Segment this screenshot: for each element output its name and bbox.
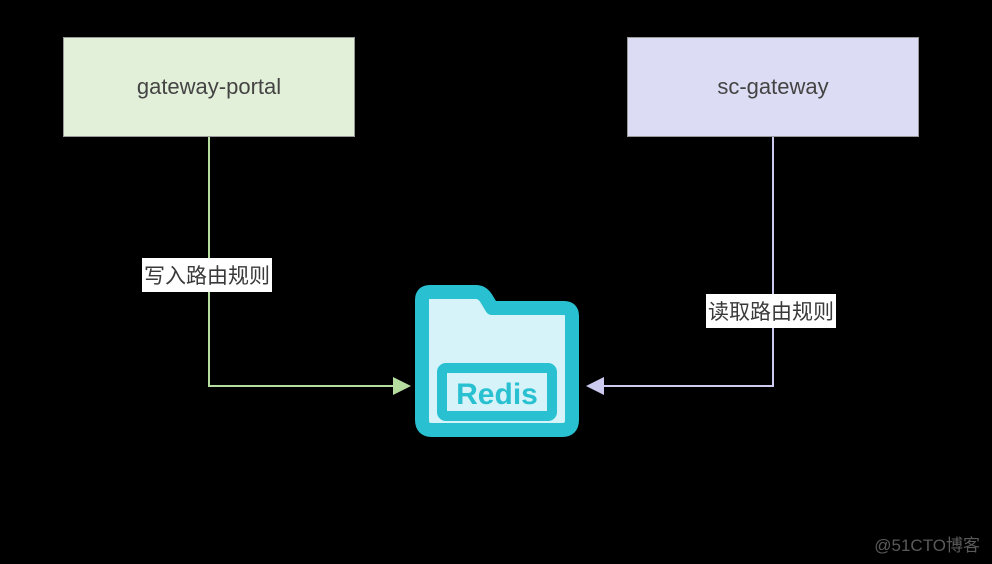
left-arrowhead <box>393 377 411 395</box>
gateway-portal-label: gateway-portal <box>137 74 281 100</box>
right-arrow-vertical <box>772 137 774 387</box>
gateway-portal-box: gateway-portal <box>63 37 355 137</box>
redis-text: Redis <box>456 378 538 411</box>
write-rule-label: 写入路由规则 <box>142 258 272 292</box>
sc-gateway-label: sc-gateway <box>717 74 828 100</box>
right-arrowhead <box>586 377 604 395</box>
sc-gateway-box: sc-gateway <box>627 37 919 137</box>
read-rule-label: 读取路由规则 <box>706 294 836 328</box>
watermark: @51CTO博客 <box>874 531 980 556</box>
left-arrow-horizontal <box>208 385 400 387</box>
right-arrow-horizontal <box>600 385 774 387</box>
redis-folder-icon: Redis <box>414 280 579 438</box>
